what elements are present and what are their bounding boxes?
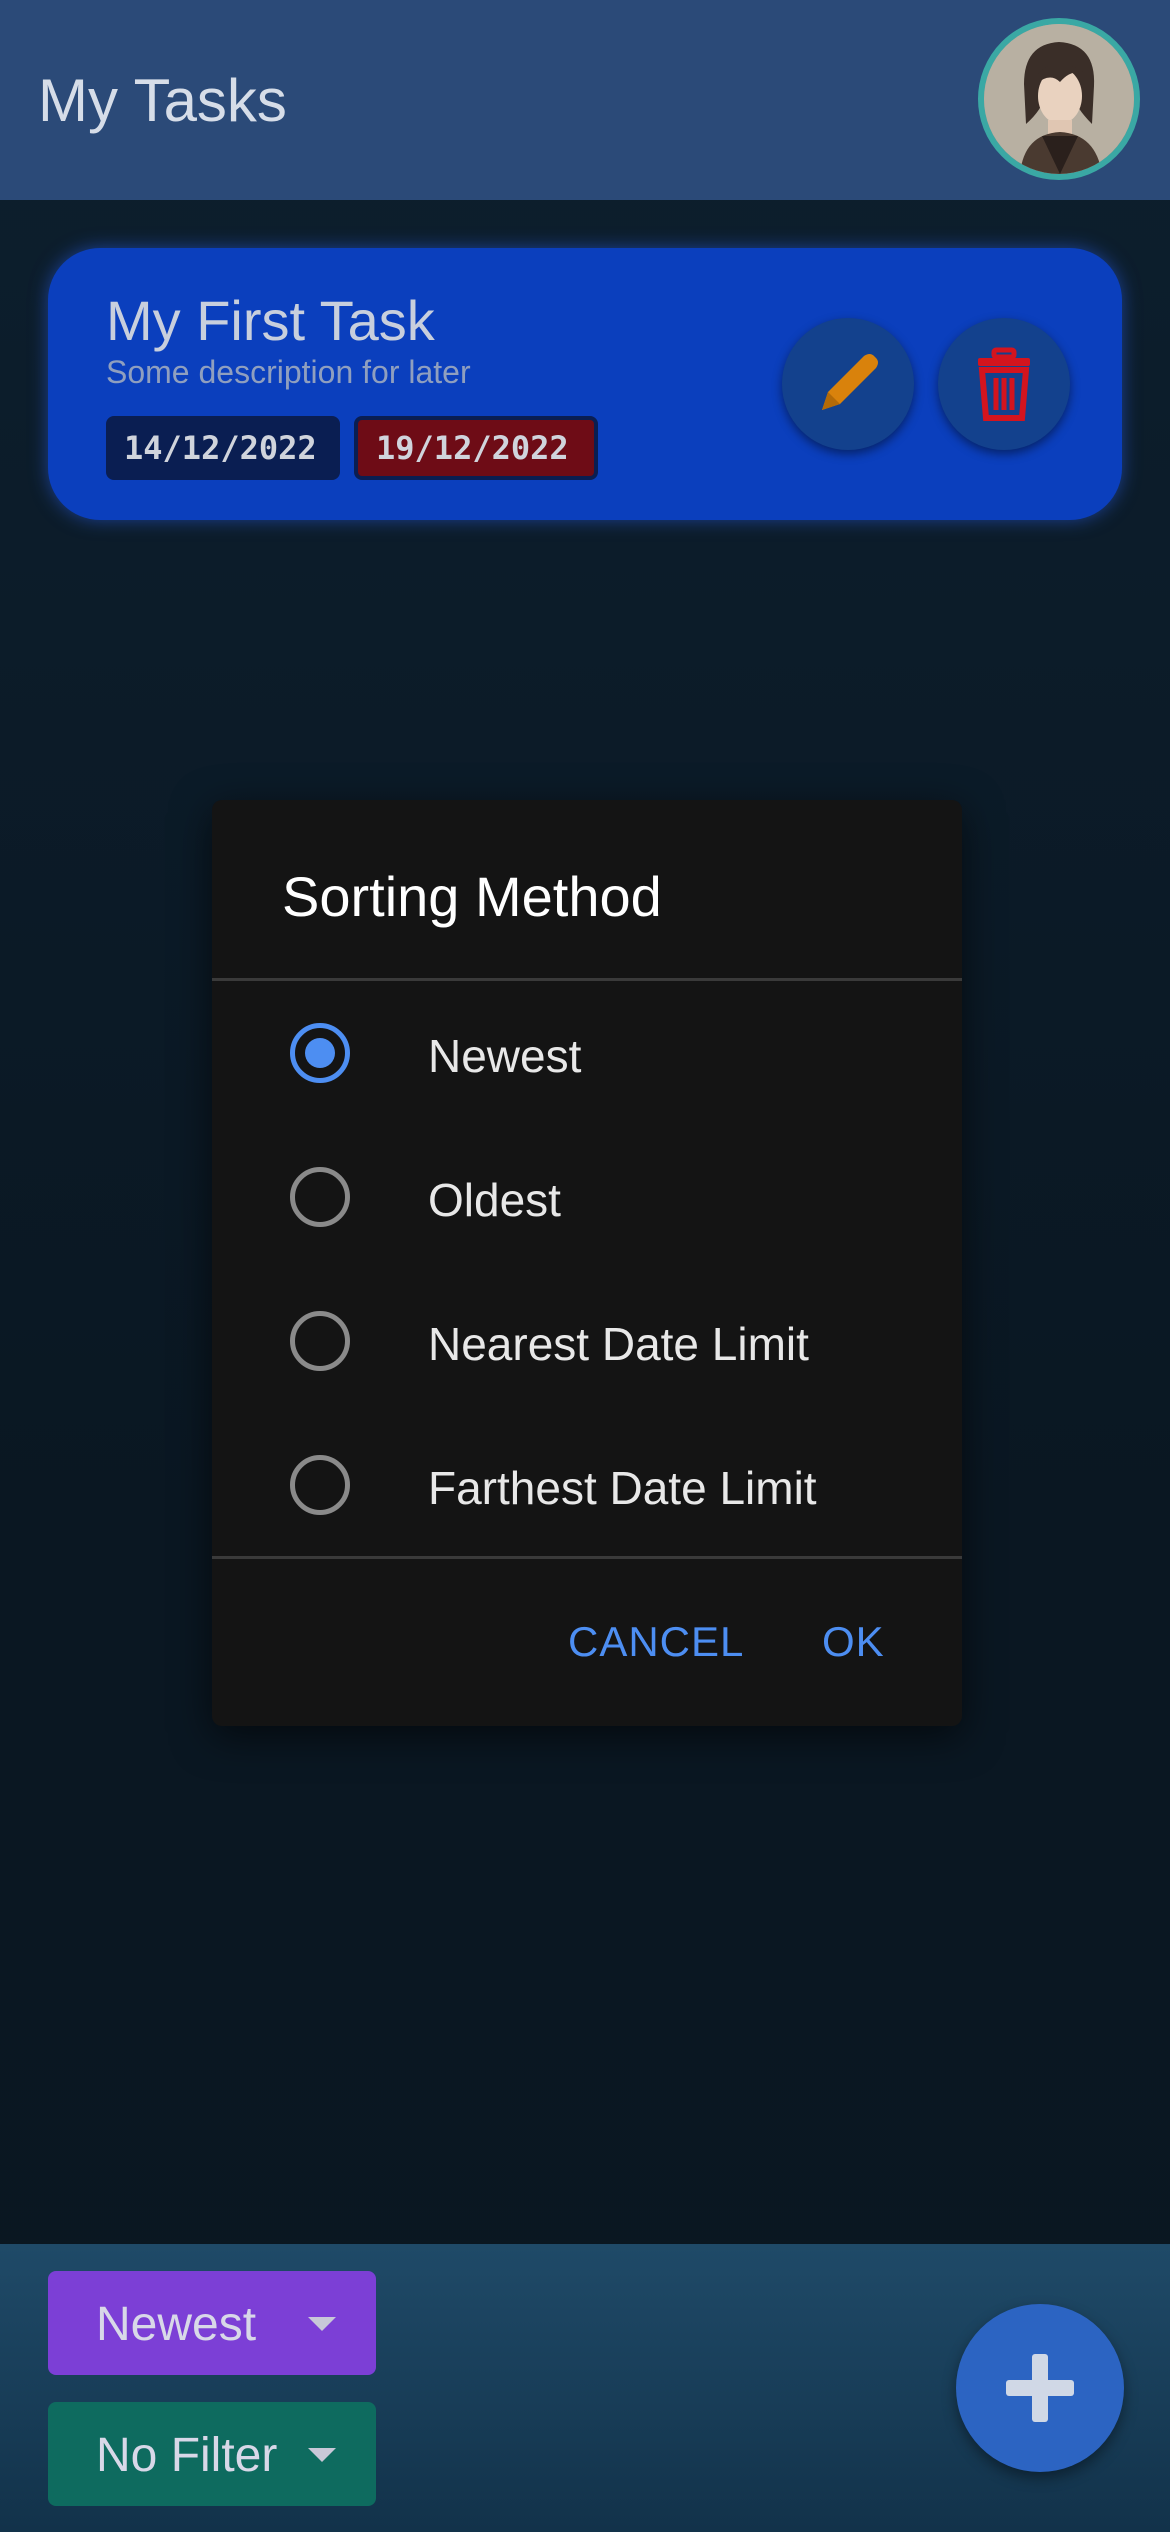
screen: My Tasks My First Task Some description … — [0, 0, 1170, 2532]
dialog-title: Sorting Method — [282, 865, 662, 928]
radio-button[interactable] — [290, 1311, 350, 1371]
radio-button[interactable] — [290, 1023, 350, 1083]
sort-option-farthest-date-limit[interactable]: Farthest Date Limit — [212, 1413, 962, 1557]
radio-button[interactable] — [290, 1455, 350, 1515]
sort-option-label: Newest — [428, 1030, 582, 1082]
ok-button[interactable]: OK — [822, 1618, 885, 1666]
sort-option-oldest[interactable]: Oldest — [212, 1125, 962, 1269]
sort-option-label: Nearest Date Limit — [428, 1318, 809, 1370]
sort-option-newest[interactable]: Newest — [212, 981, 962, 1125]
sort-option-label: Farthest Date Limit — [428, 1462, 817, 1514]
sort-option-nearest-date-limit[interactable]: Nearest Date Limit — [212, 1269, 962, 1413]
sorting-dialog: Sorting Method Newest Oldest Nearest Dat… — [212, 800, 962, 1726]
divider — [212, 1556, 962, 1559]
sort-option-label: Oldest — [428, 1174, 561, 1226]
radio-button[interactable] — [290, 1167, 350, 1227]
cancel-button[interactable]: CANCEL — [568, 1618, 744, 1666]
